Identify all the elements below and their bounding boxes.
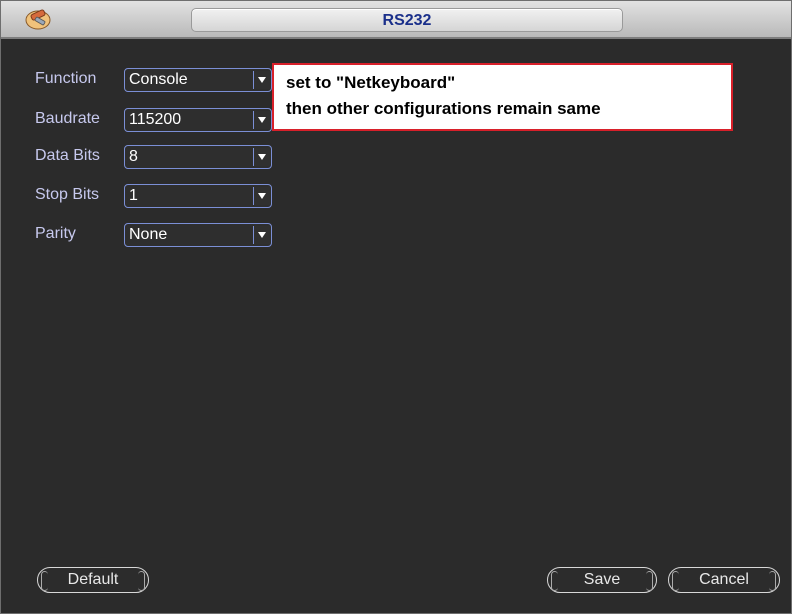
baudrate-label: Baudrate [35, 110, 100, 127]
stop-bits-label: Stop Bits [35, 186, 100, 203]
baudrate-value: 115200 [129, 111, 182, 128]
chevron-down-icon[interactable] [253, 111, 270, 129]
baudrate-select[interactable]: 115200 [124, 108, 272, 132]
callout-line-1: set to "Netkeyboard" [286, 73, 456, 92]
parity-label: Parity [35, 225, 76, 242]
title-pill: RS232 [191, 8, 623, 32]
title-bar: RS232 [1, 1, 791, 39]
rs232-window: RS232 Function Console Baudrate 115200 D… [0, 0, 792, 614]
data-bits-select[interactable]: 8 [124, 145, 272, 169]
chevron-down-icon[interactable] [253, 187, 270, 205]
chevron-down-icon[interactable] [253, 226, 270, 244]
tools-icon [23, 7, 53, 31]
save-button[interactable]: Save [547, 567, 657, 593]
window-title: RS232 [382, 12, 432, 29]
annotation-callout: set to "Netkeyboard" then other configur… [272, 63, 733, 131]
cancel-button[interactable]: Cancel [668, 567, 780, 593]
callout-line-2: then other configurations remain same [286, 99, 601, 118]
chevron-down-icon[interactable] [253, 71, 270, 89]
default-button[interactable]: Default [37, 567, 149, 593]
chevron-down-icon[interactable] [253, 148, 270, 166]
parity-select[interactable]: None [124, 223, 272, 247]
stop-bits-value: 1 [129, 187, 138, 204]
function-value: Console [129, 71, 188, 88]
data-bits-value: 8 [129, 148, 138, 165]
parity-value: None [129, 226, 168, 243]
stop-bits-select[interactable]: 1 [124, 184, 272, 208]
data-bits-label: Data Bits [35, 147, 100, 164]
function-label: Function [35, 70, 97, 87]
function-select[interactable]: Console [124, 68, 272, 92]
